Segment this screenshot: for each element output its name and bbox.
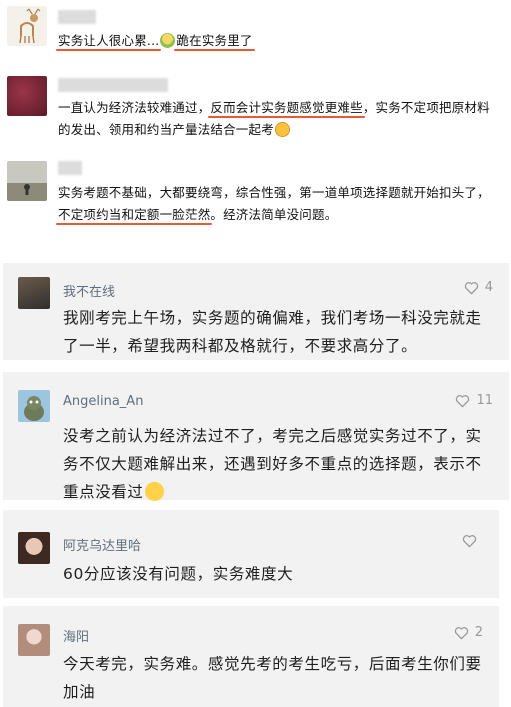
heart-icon [456,394,470,408]
user-avatar [18,532,50,564]
comment-text: 实务考题不基础，大都要绕弯，综合性强，第一道单项选择题就开始扣头了， [58,185,490,200]
comment-text: 没考之前认为经济法过不了，考完之后感觉实务过不了，实务不仅大题难解出来，还遇到好… [63,422,495,506]
comment-text: 。经济法简单没问题。 [210,207,338,222]
heart-icon [464,281,478,295]
blurred-username [58,161,82,175]
user-avatar [18,390,50,422]
highlighted-text: 实务让人很心累... [58,33,160,48]
like-count: 2 [474,625,483,640]
like-button[interactable] [462,534,483,548]
comment-card: 我不在线 4 我刚考完上午场，实务题的确偏难，我们考场一科没完就走了一半，希望我… [3,263,509,360]
comment-text: 我刚考完上午场，实务题的确偏难，我们考场一科没完就走了一半，希望我两科都及格就行… [63,309,482,355]
user-avatar [18,624,50,656]
top-comment-text: 实务让人很心累... 跪在实务里了 [58,30,491,52]
highlighted-text: 跪在实务里了 [176,33,253,48]
comment-card: 阿克乌达里哈 60分应该没有问题，实务难度大 [3,510,499,598]
top-comment-text: 实务考题不基础，大都要绕弯，综合性强，第一道单项选择题就开始扣头了， 不定项约当和… [58,182,491,226]
landscape-avatar [7,161,47,201]
deer-avatar [7,6,47,46]
kneel-emoji-icon [160,33,176,48]
heart-icon [462,535,477,548]
like-button[interactable]: 2 [454,625,483,640]
comment-username[interactable]: 阿克乌达里哈 [63,535,141,554]
top-comment-3: 实务考题不基础，大都要绕弯，综合性强，第一道单项选择题就开始扣头了， 不定项约当和… [0,155,511,240]
angry-emoji-icon [274,122,290,137]
flower-avatar [7,76,47,116]
like-button[interactable]: 11 [455,393,493,408]
blurred-username [58,10,96,24]
comment-username[interactable]: Angelina_An [63,394,143,409]
comment-card: 海阳 2 今天考完，实务难。感觉先考的考生吃亏，后面考生你们要加油 [3,606,499,707]
heart-icon [454,626,468,640]
user-avatar [18,277,50,309]
comment-card: Angelina_An 11 没考之前认为经济法过不了，考完之后感觉实务过不了，… [3,372,509,501]
top-comment-2: 一直认为经济法较难通过，反而会计实务题感觉更难些，实务不定项把原材料的发出、领用… [0,70,511,150]
comment-text: 一直认为经济法较难通过， [58,100,211,115]
comment-text-body: 没考之前认为经济法过不了，考完之后感觉实务过不了，实务不仅大题难解出来，还遇到好… [63,427,482,501]
top-comment-text: 一直认为经济法较难通过，反而会计实务题感觉更难些，实务不定项把原材料的发出、领用… [58,97,491,141]
like-count: 11 [476,393,493,408]
highlighted-text: 反而会计实务题感觉更难些 [210,100,363,115]
highlighted-text: 不定项约当和定额一脸茫然 [58,207,211,222]
like-button[interactable]: 4 [464,280,493,295]
comment-text: 60分应该没有问题，实务难度大 [63,565,294,583]
like-count: 4 [484,280,493,295]
sad-emoji-icon [144,482,164,501]
comment-text: 今天考完，实务难。感觉先考的考生吃亏，后面考生你们要加油 [63,655,482,701]
top-comment-1: 实务让人很心累... 跪在实务里了 [0,0,511,62]
comment-username[interactable]: 海阳 [63,626,89,645]
blurred-username [58,78,168,92]
comment-username[interactable]: 我不在线 [63,281,115,300]
